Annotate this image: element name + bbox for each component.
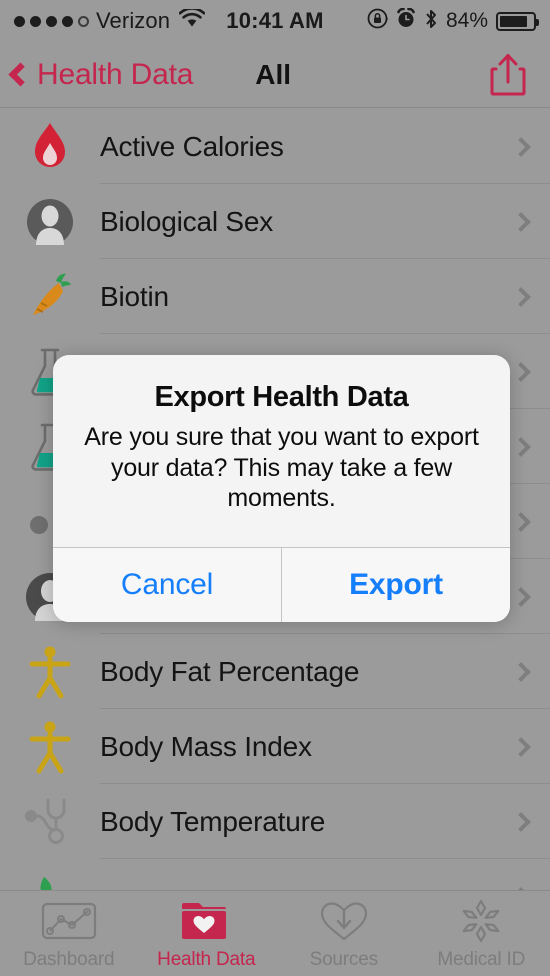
battery-fill [500,16,527,27]
battery-percent-label: 84% [446,9,488,33]
export-health-data-dialog: Export Health Data Are you sure that you… [53,355,510,622]
cancel-button[interactable]: Cancel [53,548,281,622]
battery-icon [496,12,536,31]
bluetooth-icon [424,8,438,35]
alarm-clock-icon [396,8,416,34]
export-button[interactable]: Export [281,548,510,622]
rotation-lock-icon [367,8,388,34]
tab-health-data[interactable]: Health Data [138,891,276,976]
dialog-actions: Cancel Export [53,547,510,622]
tab-bar: Dashboard Health Data Sources [0,890,550,976]
dialog-title: Export Health Data [83,381,480,414]
dashboard-chart-icon [41,897,97,945]
health-folder-heart-icon [180,897,232,945]
tab-label: Dashboard [23,949,114,971]
tab-medical-id[interactable]: Medical ID [413,891,550,976]
iphone-screen: Verizon 10:41 AM [0,0,550,976]
dialog-message: Are you sure that you want to export you… [83,422,480,514]
tab-label: Health Data [157,949,255,971]
tab-label: Sources [310,949,378,971]
medical-asterisk-icon [457,897,505,945]
tab-label: Medical ID [437,949,525,971]
dialog-body: Export Health Data Are you sure that you… [53,355,510,547]
status-bar-right: 84% [367,8,536,35]
tab-sources[interactable]: Sources [275,891,413,976]
heart-download-icon [318,897,370,945]
tab-dashboard[interactable]: Dashboard [0,891,138,976]
